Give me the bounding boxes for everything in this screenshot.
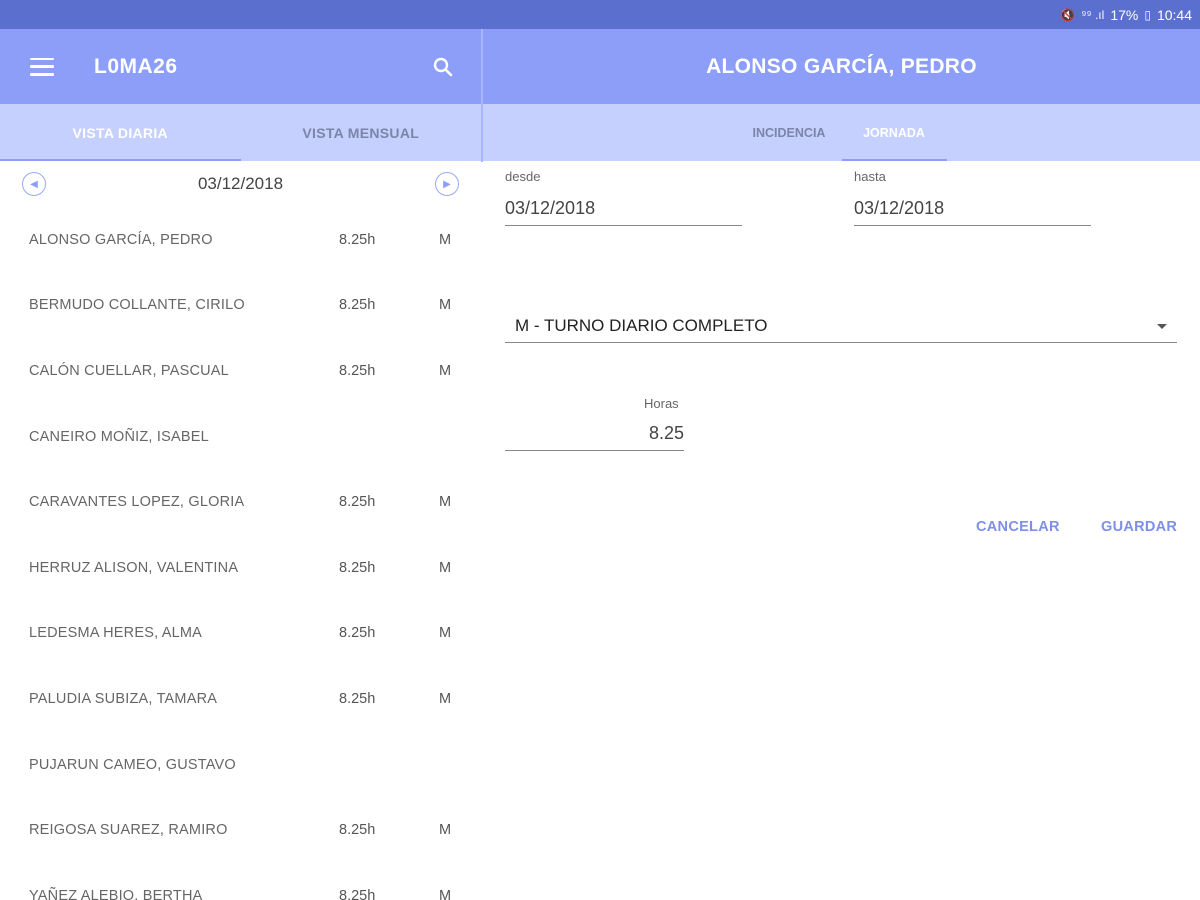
employee-name-title: ALONSO GARCÍA, PEDRO [706,54,977,78]
list-item[interactable]: BERMUDO COLLANTE, CIRILO 8.25h M [0,273,481,339]
list-item[interactable]: HERRUZ ALISON, VALENTINA 8.25h M [0,535,481,601]
employee-name: HERRUZ ALISON, VALENTINA [29,559,239,576]
mute-icon: 🔇 [1060,7,1076,22]
list-item[interactable]: CARAVANTES LOPEZ, GLORIA 8.25h M [0,469,481,535]
list-item[interactable]: ALONSO GARCÍA, PEDRO 8.25h M [0,207,481,273]
detail-pane: ALONSO GARCÍA, PEDRO INCIDENCIA JORNADA … [483,29,1200,900]
left-app-bar: L0MA26 [0,29,481,104]
list-item[interactable]: PALUDIA SUBIZA, TAMARA 8.25h M [0,666,481,732]
employee-shift-code: M [439,297,452,314]
employee-hours: 8.25h [339,231,376,248]
employee-name: PUJARUN CAMEO, GUSTAVO [29,756,236,773]
employee-name: YAÑEZ ALEBIO, BERTHA [29,887,203,900]
desde-date-field[interactable]: 03/12/2018 [505,198,742,226]
list-item[interactable]: PUJARUN CAMEO, GUSTAVO [0,732,481,798]
app-title: L0MA26 [94,54,178,78]
list-item[interactable]: YAÑEZ ALEBIO, BERTHA 8.25h M [0,863,481,900]
horas-input[interactable]: 8.25 [505,423,684,451]
desde-label: desde [505,169,541,184]
dropdown-caret-icon [1157,323,1167,329]
chevron-left-icon: ◀ [30,178,38,190]
employee-hours: 8.25h [339,297,376,314]
employee-hours: 8.25h [339,822,376,839]
menu-icon[interactable] [30,57,54,76]
detail-tabs: INCIDENCIA JORNADA [483,104,1200,161]
employee-hours: 8.25h [339,690,376,707]
list-item[interactable]: CALÓN CUELLAR, PASCUAL 8.25h M [0,338,481,404]
save-button[interactable]: GUARDAR [1101,519,1177,535]
employee-list: ALONSO GARCÍA, PEDRO 8.25h M BERMUDO COLLAN… [0,207,481,900]
employee-name: BERMUDO COLLANTE, CIRILO [29,297,245,314]
employee-name: REIGOSA SUAREZ, RAMIRO [29,822,228,839]
list-item[interactable]: REIGOSA SUAREZ, RAMIRO 8.25h M [0,797,481,863]
right-app-bar: ALONSO GARCÍA, PEDRO [483,29,1200,104]
employee-shift-code: M [439,887,452,900]
employee-name: CANEIRO MOÑIZ, ISABEL [29,428,209,445]
list-item[interactable]: LEDESMA HERES, ALMA 8.25h M [0,601,481,667]
signal-indicator: ⁹⁹ .ıl [1081,7,1105,22]
list-item[interactable]: CANEIRO MOÑIZ, ISABEL [0,404,481,470]
jornada-form: desde 03/12/2018 hasta 03/12/2018 M - TU… [483,161,1200,900]
turno-select[interactable]: M - TURNO DIARIO COMPLETO [505,316,1177,343]
horas-label: Horas [644,396,679,411]
tab-vista-diaria[interactable]: VISTA DIARIA [0,104,241,161]
employee-hours: 8.25h [339,494,376,511]
employee-shift-code: M [439,559,452,576]
hasta-date-field[interactable]: 03/12/2018 [854,198,1091,226]
next-day-button[interactable]: ▶ [435,172,459,196]
hasta-label: hasta [854,169,886,184]
employee-shift-code: M [439,231,452,248]
employee-shift-code: M [439,690,452,707]
previous-day-button[interactable]: ◀ [22,172,46,196]
cancel-button[interactable]: CANCELAR [976,519,1060,535]
employee-list-pane: L0MA26 VISTA DIARIA VISTA MENSUAL ◀ 03/1… [0,29,481,900]
employee-shift-code: M [439,362,452,379]
employee-shift-code: M [439,822,452,839]
turno-selected-value: M - TURNO DIARIO COMPLETO [515,316,768,335]
employee-hours: 8.25h [339,362,376,379]
tab-incidencia[interactable]: INCIDENCIA [737,104,842,161]
current-date: 03/12/2018 [197,174,284,193]
employee-hours: 8.25h [339,887,376,900]
employee-hours: 8.25h [339,625,376,642]
clock: 10:44 [1156,6,1192,23]
employee-name: CARAVANTES LOPEZ, GLORIA [29,494,245,511]
search-icon[interactable] [431,55,455,79]
battery-icon: ▯ [1144,7,1151,22]
chevron-right-icon: ▶ [443,178,451,190]
date-navigator: ◀ 03/12/2018 ▶ [0,161,481,207]
view-tabs: VISTA DIARIA VISTA MENSUAL [0,104,481,161]
employee-shift-code: M [439,625,452,642]
employee-name: CALÓN CUELLAR, PASCUAL [29,362,229,379]
battery-level: 17% [1110,6,1139,23]
status-bar: 🔇 ⁹⁹ .ıl 17% ▯ 10:44 [0,0,1200,29]
employee-shift-code: M [439,494,452,511]
tab-jornada[interactable]: JORNADA [841,104,947,161]
employee-name: LEDESMA HERES, ALMA [29,625,203,642]
employee-name: ALONSO GARCÍA, PEDRO [29,231,213,248]
employee-name: PALUDIA SUBIZA, TAMARA [29,690,218,707]
employee-hours: 8.25h [339,559,376,576]
tab-vista-mensual[interactable]: VISTA MENSUAL [241,104,482,161]
